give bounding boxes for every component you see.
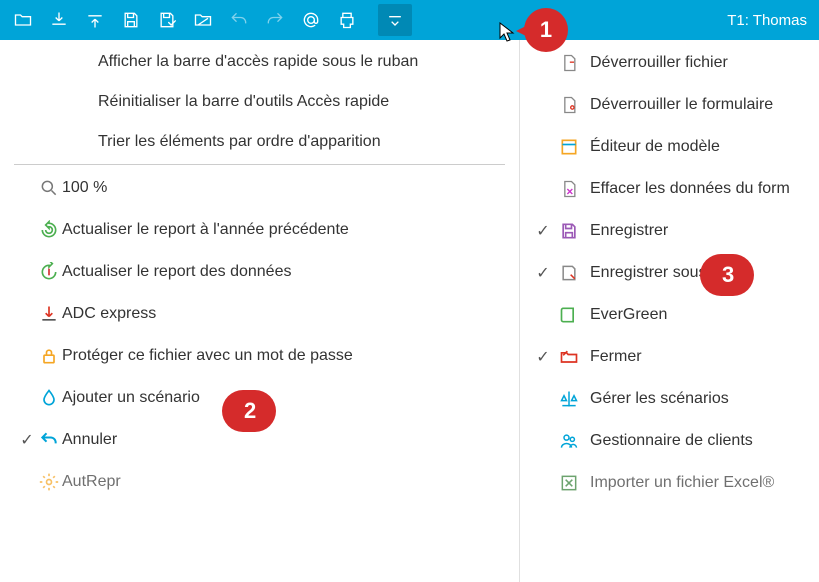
open-folder-icon[interactable]	[6, 4, 40, 36]
checkmark-icon: ✓	[534, 347, 552, 367]
menu-label: Déverrouiller fichier	[590, 54, 728, 72]
menu-label: Protéger ce fichier avec un mot de passe	[62, 347, 353, 365]
menu-label: Actualiser le report des données	[62, 263, 291, 281]
template-icon	[558, 136, 580, 158]
separator	[14, 164, 505, 165]
save-as-icon[interactable]	[150, 4, 184, 36]
menu-label: Éditeur de modèle	[590, 138, 720, 156]
menu-label: ADC express	[62, 305, 156, 323]
menu-label: Actualiser le report à l'année précédent…	[62, 221, 349, 239]
customize-menu-left: Afficher la barre d'accès rapide sous le…	[0, 40, 520, 582]
menu-label: Annuler	[62, 431, 117, 449]
book-icon	[558, 304, 580, 326]
customize-menu-right: Déverrouiller fichier Déverrouiller le f…	[520, 40, 819, 582]
close-folder-icon	[558, 346, 580, 368]
menu-label: Enregistrer sous	[590, 264, 707, 282]
menu-item-save[interactable]: ✓ Enregistrer	[520, 210, 819, 252]
excel-icon	[558, 472, 580, 494]
customize-dropdown-button[interactable]	[378, 4, 412, 36]
download-icon	[38, 303, 60, 325]
menu-label: AutRepr	[62, 473, 121, 491]
checkmark-icon: ✓	[534, 263, 552, 283]
redo-icon[interactable]	[258, 4, 292, 36]
menu-item-client-manager[interactable]: Gestionnaire de clients	[520, 420, 819, 462]
undo-arrow-icon	[38, 429, 60, 451]
menu-item-password-protect[interactable]: Protéger ce fichier avec un mot de passe	[0, 335, 519, 377]
menu-label: Fermer	[590, 348, 642, 366]
menu-item-template-editor[interactable]: Éditeur de modèle	[520, 126, 819, 168]
menu-item-unlock-file[interactable]: Déverrouiller fichier	[520, 42, 819, 84]
refresh-back-icon	[38, 219, 60, 241]
menu-item-carryforward-data[interactable]: Actualiser le report des données	[0, 251, 519, 293]
menu-item-show-qat-below[interactable]: Afficher la barre d'accès rapide sous le…	[0, 42, 519, 82]
menu-label: Enregistrer	[590, 222, 668, 240]
menu-label: EverGreen	[590, 306, 667, 324]
file-unlock-icon	[558, 52, 580, 74]
save-icon[interactable]	[114, 4, 148, 36]
menu-label: Effacer les données du form	[590, 180, 790, 198]
menu-label: Importer un fichier Excel®	[590, 474, 774, 492]
menu-item-adc-express[interactable]: ADC express	[0, 293, 519, 335]
gear-icon	[38, 471, 60, 493]
floppy-icon	[558, 220, 580, 242]
menu-label: 100 %	[62, 179, 107, 197]
checkmark-icon: ✓	[18, 430, 36, 450]
drop-icon	[38, 387, 60, 409]
menu-item-autrepr[interactable]: AutRepr	[0, 461, 519, 503]
file-clear-icon	[558, 178, 580, 200]
menu-item-evergreen[interactable]: EverGreen	[520, 294, 819, 336]
menu-item-save-as[interactable]: ✓ Enregistrer sous	[520, 252, 819, 294]
menu-item-undo[interactable]: ✓ Annuler	[0, 419, 519, 461]
quick-access-toolbar: T1: Thomas	[0, 0, 819, 40]
undo-icon[interactable]	[222, 4, 256, 36]
print-icon[interactable]	[330, 4, 364, 36]
import-icon[interactable]	[42, 4, 76, 36]
menu-item-close[interactable]: ✓ Fermer	[520, 336, 819, 378]
menu-label: Gestionnaire de clients	[590, 432, 753, 450]
menu-item-reset-qat[interactable]: Réinitialiser la barre d'outils Accès ra…	[0, 82, 519, 122]
floppy-pen-icon	[558, 262, 580, 284]
people-icon	[558, 430, 580, 452]
menu-item-unlock-form[interactable]: Déverrouiller le formulaire	[520, 84, 819, 126]
menu-item-clear-form[interactable]: Effacer les données du form	[520, 168, 819, 210]
menu-item-sort-items[interactable]: Trier les éléments par ordre d'apparitio…	[0, 122, 519, 162]
menu-item-zoom-100[interactable]: 100 %	[0, 167, 519, 209]
menu-item-add-scenario[interactable]: Ajouter un scénario	[0, 377, 519, 419]
menu-item-import-excel[interactable]: Importer un fichier Excel®	[520, 462, 819, 504]
form-unlock-icon	[558, 94, 580, 116]
scales-icon	[558, 388, 580, 410]
checkmark-icon: ✓	[534, 221, 552, 241]
menu-label: Afficher la barre d'accès rapide sous le…	[98, 53, 418, 71]
lock-icon	[38, 345, 60, 367]
menu-label: Trier les éléments par ordre d'apparitio…	[98, 133, 381, 151]
at-icon[interactable]	[294, 4, 328, 36]
context-label: T1: Thomas	[727, 12, 813, 29]
menu-label: Réinitialiser la barre d'outils Accès ra…	[98, 93, 389, 111]
refresh-data-icon	[38, 261, 60, 283]
magnifier-icon	[38, 177, 60, 199]
menu-item-manage-scenarios[interactable]: Gérer les scénarios	[520, 378, 819, 420]
close-folder-icon[interactable]	[186, 4, 220, 36]
menu-label: Déverrouiller le formulaire	[590, 96, 773, 114]
menu-item-carryforward-prev[interactable]: Actualiser le report à l'année précédent…	[0, 209, 519, 251]
export-icon[interactable]	[78, 4, 112, 36]
menu-label: Gérer les scénarios	[590, 390, 729, 408]
menu-label: Ajouter un scénario	[62, 389, 200, 407]
